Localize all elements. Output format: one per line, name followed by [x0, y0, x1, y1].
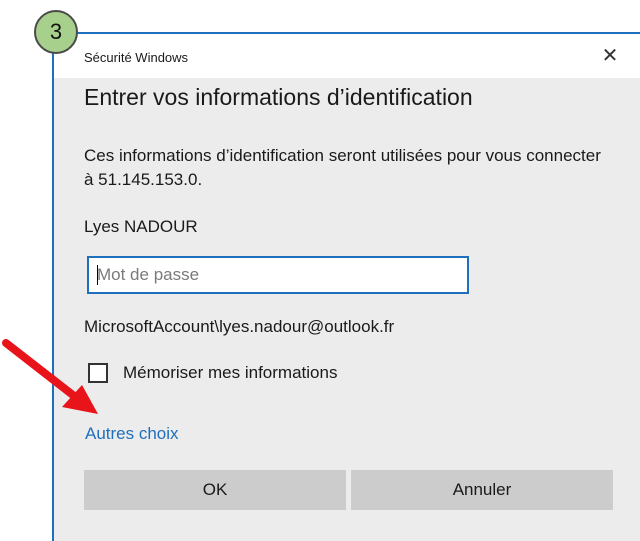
text-caret: [97, 265, 98, 285]
red-arrow-icon: [2, 339, 98, 414]
screenshot-canvas: Sécurité Windows ✕ Entrer vos informatio…: [0, 0, 640, 541]
dialog-heading: Entrer vos informations d’identification: [84, 84, 473, 110]
step-number-badge: 3: [34, 10, 78, 54]
close-icon[interactable]: ✕: [598, 44, 622, 68]
other-choices-link[interactable]: Autres choix: [85, 424, 179, 444]
account-label: MicrosoftAccount\lyes.nadour@outlook.fr: [84, 317, 395, 336]
credentials-dialog: Sécurité Windows ✕ Entrer vos informatio…: [52, 32, 640, 541]
username-label: Lyes NADOUR: [84, 217, 198, 236]
password-input[interactable]: [87, 256, 469, 294]
dialog-title: Sécurité Windows: [84, 50, 189, 65]
cancel-button[interactable]: Annuler: [351, 470, 613, 510]
dialog-titlebar: Sécurité Windows ✕: [54, 34, 640, 78]
dialog-description: Ces informations d’identification seront…: [84, 146, 601, 189]
ok-button[interactable]: OK: [84, 470, 346, 510]
remember-checkbox-row[interactable]: Mémoriser mes informations: [88, 360, 337, 386]
remember-label: Mémoriser mes informations: [123, 363, 338, 382]
